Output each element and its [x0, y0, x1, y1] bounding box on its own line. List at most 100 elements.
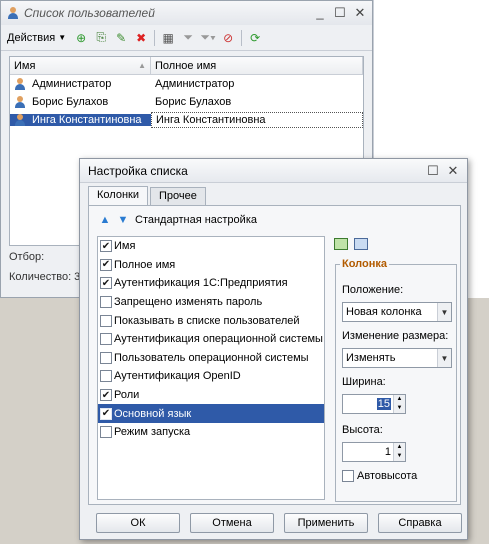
- dropdown-arrow-icon[interactable]: ▼: [437, 303, 451, 321]
- list-item-label: Аутентификация операционной системы: [114, 333, 323, 346]
- table-row[interactable]: Инга Константиновна Инга Константиновна: [10, 111, 363, 129]
- position-select[interactable]: Новая колонка ▼: [342, 302, 452, 322]
- dialog-title: Настройка списка: [88, 163, 188, 178]
- copy-icon[interactable]: ⎘: [94, 30, 108, 45]
- uncheck-all-icon[interactable]: [354, 238, 368, 250]
- columns-list: ✔ Имя ✔ Полное имя ✔ Аутентификация 1С:Предпр…: [97, 236, 325, 500]
- list-item-label: Аутентификация 1С:Предприятия: [114, 277, 288, 290]
- checkbox[interactable]: [100, 333, 112, 346]
- list-item[interactable]: ✔ Основной язык: [98, 404, 324, 423]
- user-icon: [14, 96, 26, 108]
- spin-up-icon[interactable]: ▲: [394, 443, 405, 452]
- apply-button[interactable]: Применить: [284, 513, 368, 533]
- move-down-icon[interactable]: ▼: [117, 214, 129, 226]
- list-item-label: Роли: [114, 389, 140, 402]
- width-spinner[interactable]: 15 ▲ ▼: [342, 394, 406, 414]
- width-label: Ширина:: [342, 376, 386, 388]
- dropdown-arrow-icon[interactable]: ▼: [437, 349, 451, 367]
- dialog-title-bar[interactable]: Настройка списка ☐ ✕: [80, 159, 467, 183]
- close-icon[interactable]: ✕: [354, 5, 366, 21]
- tab-other[interactable]: Прочее: [149, 187, 206, 205]
- check-all-icon[interactable]: [334, 238, 348, 250]
- dropdown-arrow-icon: ▼: [58, 33, 67, 42]
- table-row[interactable]: Администратор Администратор: [10, 75, 363, 93]
- column-header-name[interactable]: Имя ▲: [10, 57, 151, 74]
- actions-label: Действия: [7, 31, 56, 44]
- filter-icon[interactable]: ⏷: [181, 30, 195, 45]
- spin-up-icon[interactable]: ▲: [394, 395, 405, 404]
- checkbox-checked[interactable]: ✔: [100, 389, 112, 402]
- clear-filter-icon[interactable]: ⊘: [221, 31, 235, 45]
- minimize-icon[interactable]: _: [314, 5, 326, 21]
- list-item[interactable]: ✔ Полное имя: [98, 256, 324, 275]
- dialog-buttons: ОК Отмена Применить Справка: [96, 513, 462, 533]
- list-item[interactable]: Аутентификация OpenID: [98, 367, 324, 386]
- checkbox[interactable]: [100, 426, 112, 439]
- height-spinner[interactable]: 1 ▲ ▼: [342, 442, 406, 462]
- cancel-button[interactable]: Отмена: [190, 513, 274, 533]
- checkbox[interactable]: [342, 470, 354, 482]
- list-item[interactable]: Аутентификация операционной системы: [98, 330, 324, 349]
- table-row[interactable]: Борис Булахов Борис Булахов: [10, 93, 363, 111]
- checkbox-checked[interactable]: ✔: [100, 258, 112, 271]
- autoheight-checkbox[interactable]: Автовысота: [342, 470, 417, 482]
- list-item[interactable]: ✔ Аутентификация 1С:Предприятия: [98, 274, 324, 293]
- standard-settings-row: ▲ ▼ Стандартная настройка: [99, 214, 257, 226]
- checkbox-checked[interactable]: ✔: [100, 277, 112, 290]
- checkbox[interactable]: [100, 296, 112, 309]
- list-settings-icon[interactable]: ▦: [161, 31, 175, 45]
- list-item[interactable]: ✔ Имя: [98, 237, 324, 256]
- maximize-icon[interactable]: ☐: [334, 5, 346, 21]
- list-item[interactable]: Запрещено изменять пароль: [98, 293, 324, 312]
- standard-settings-button[interactable]: Стандартная настройка: [135, 214, 257, 226]
- edit-icon[interactable]: ✎: [114, 31, 128, 45]
- maximize-icon[interactable]: ☐: [427, 163, 439, 179]
- toolbar: Действия ▼ ⊕ ⎘ ✎ ✖ ▦ ⏷ ⏷▾ ⊘ ⟳: [1, 25, 372, 51]
- ok-button[interactable]: ОК: [96, 513, 180, 533]
- checkbox[interactable]: [100, 370, 112, 383]
- title-bar[interactable]: Список пользователей _ ☐ ✕: [1, 1, 372, 25]
- spin-down-icon[interactable]: ▼: [394, 404, 405, 413]
- close-icon[interactable]: ✕: [447, 163, 459, 179]
- resize-label: Изменение размера:: [342, 330, 449, 342]
- list-item-label: Запрещено изменять пароль: [114, 296, 263, 309]
- add-icon[interactable]: ⊕: [74, 31, 88, 45]
- count-label: Количество: 3: [9, 271, 81, 283]
- list-item-label: Основной язык: [114, 407, 192, 420]
- height-label: Высота:: [342, 424, 383, 436]
- list-item[interactable]: Режим запуска: [98, 423, 324, 442]
- user-icon: [14, 114, 26, 126]
- refresh-icon[interactable]: ⟳: [248, 31, 262, 45]
- list-item[interactable]: Показывать в списке пользователей: [98, 311, 324, 330]
- column-group-legend: Колонка: [342, 258, 387, 270]
- table-header: Имя ▲ Полное имя: [10, 57, 363, 75]
- filter-label: Отбор:: [9, 251, 45, 263]
- filter-dropdown-icon[interactable]: ⏷▾: [200, 30, 215, 45]
- height-value[interactable]: 1: [343, 446, 393, 458]
- tab-strip: Колонки Прочее: [88, 186, 206, 206]
- resize-select[interactable]: Изменять ▼: [342, 348, 452, 368]
- list-item[interactable]: Пользователь операционной системы: [98, 349, 324, 368]
- checkbox-checked[interactable]: ✔: [100, 407, 112, 420]
- position-label: Положение:: [342, 284, 404, 296]
- toolbar-separator: [154, 29, 156, 46]
- delete-icon[interactable]: ✖: [134, 31, 148, 45]
- move-up-icon[interactable]: ▲: [99, 214, 111, 226]
- list-item[interactable]: ✔ Роли: [98, 386, 324, 405]
- width-value[interactable]: 15: [376, 398, 391, 410]
- user-icon: [14, 78, 26, 90]
- list-item-label: Имя: [114, 240, 136, 253]
- tab-columns[interactable]: Колонки: [88, 186, 148, 206]
- list-settings-dialog: Настройка списка ☐ ✕ Колонки Прочее ▲ ▼ …: [79, 158, 468, 540]
- help-button[interactable]: Справка: [378, 513, 462, 533]
- columns-tab-panel: ▲ ▼ Стандартная настройка ✔ Имя ✔ Полное им…: [88, 205, 461, 505]
- spin-down-icon[interactable]: ▼: [394, 452, 405, 461]
- toolbar-separator: [241, 29, 243, 46]
- checkbox[interactable]: [100, 351, 112, 364]
- checkbox-checked[interactable]: ✔: [100, 240, 112, 253]
- column-header-full-name[interactable]: Полное имя: [151, 57, 363, 74]
- actions-menu-button[interactable]: Действия ▼: [7, 32, 66, 44]
- window-title: Список пользователей: [24, 6, 155, 20]
- checkbox[interactable]: [100, 314, 112, 327]
- sort-ascending-icon: ▲: [138, 61, 146, 70]
